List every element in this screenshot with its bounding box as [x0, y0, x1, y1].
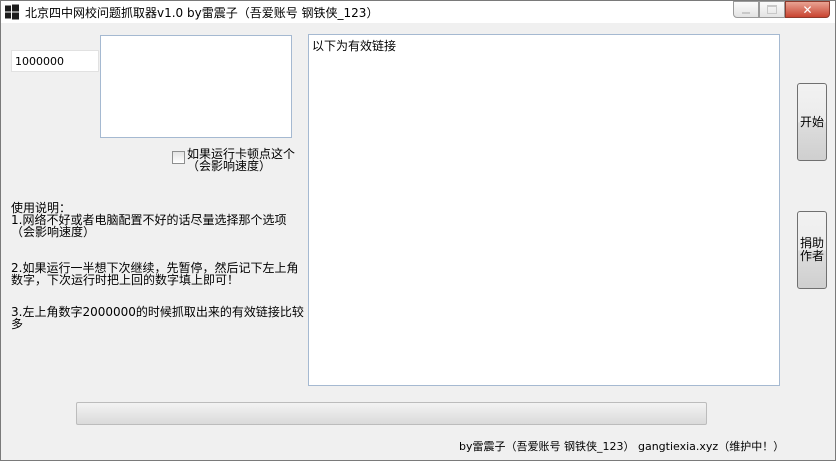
- maximize-icon: [767, 5, 777, 14]
- instruction-item-3: 3.左上角数字2000000的时候抓取出来的有效链接比较多: [11, 305, 304, 331]
- close-icon: ✕: [802, 2, 813, 17]
- app-window: 北京四中网校问题抓取器v1.0 by雷震子（吾爱账号 钢铁侠_123） ✕ 如果…: [0, 0, 836, 461]
- valid-links-textarea[interactable]: 以下为有效链接: [308, 34, 780, 386]
- minimize-icon: [742, 11, 750, 14]
- windows-logo-icon: [5, 4, 19, 20]
- footer-credit: by雷震子（吾爱账号 钢铁侠_123） gangtiexia.xyz（维护中！）: [459, 440, 785, 453]
- maximize-button[interactable]: [759, 1, 785, 18]
- window-title: 北京四中网校问题抓取器v1.0 by雷震子（吾爱账号 钢铁侠_123）: [25, 6, 379, 20]
- instructions: 使用说明： 1.网络不好或者电脑配置不好的话尽量选择那个选项（会影响速度） 2.…: [11, 202, 307, 330]
- slow-mode-label: 如果运行卡顿点这个（会影响速度）: [187, 147, 296, 173]
- start-button[interactable]: 开始: [797, 83, 827, 161]
- donate-button[interactable]: 捐助作者: [797, 211, 827, 289]
- instruction-item-1: 1.网络不好或者电脑配置不好的话尽量选择那个选项（会影响速度）: [11, 213, 287, 239]
- close-button[interactable]: ✕: [785, 1, 830, 18]
- start-number-input[interactable]: [11, 50, 99, 72]
- instruction-item-2: 2.如果运行一半想下次继续，先暂停，然后记下左上角数字，下次运行时把上回的数字填…: [11, 261, 299, 287]
- small-text-box[interactable]: [100, 35, 292, 138]
- title-bar[interactable]: 北京四中网校问题抓取器v1.0 by雷震子（吾爱账号 钢铁侠_123） ✕: [1, 1, 835, 23]
- minimize-button[interactable]: [733, 1, 759, 18]
- valid-links-text: 以下为有效链接: [312, 39, 397, 53]
- progress-bar: [76, 402, 707, 425]
- slow-mode-checkbox[interactable]: [172, 151, 185, 164]
- donate-button-label: 捐助作者: [799, 236, 824, 263]
